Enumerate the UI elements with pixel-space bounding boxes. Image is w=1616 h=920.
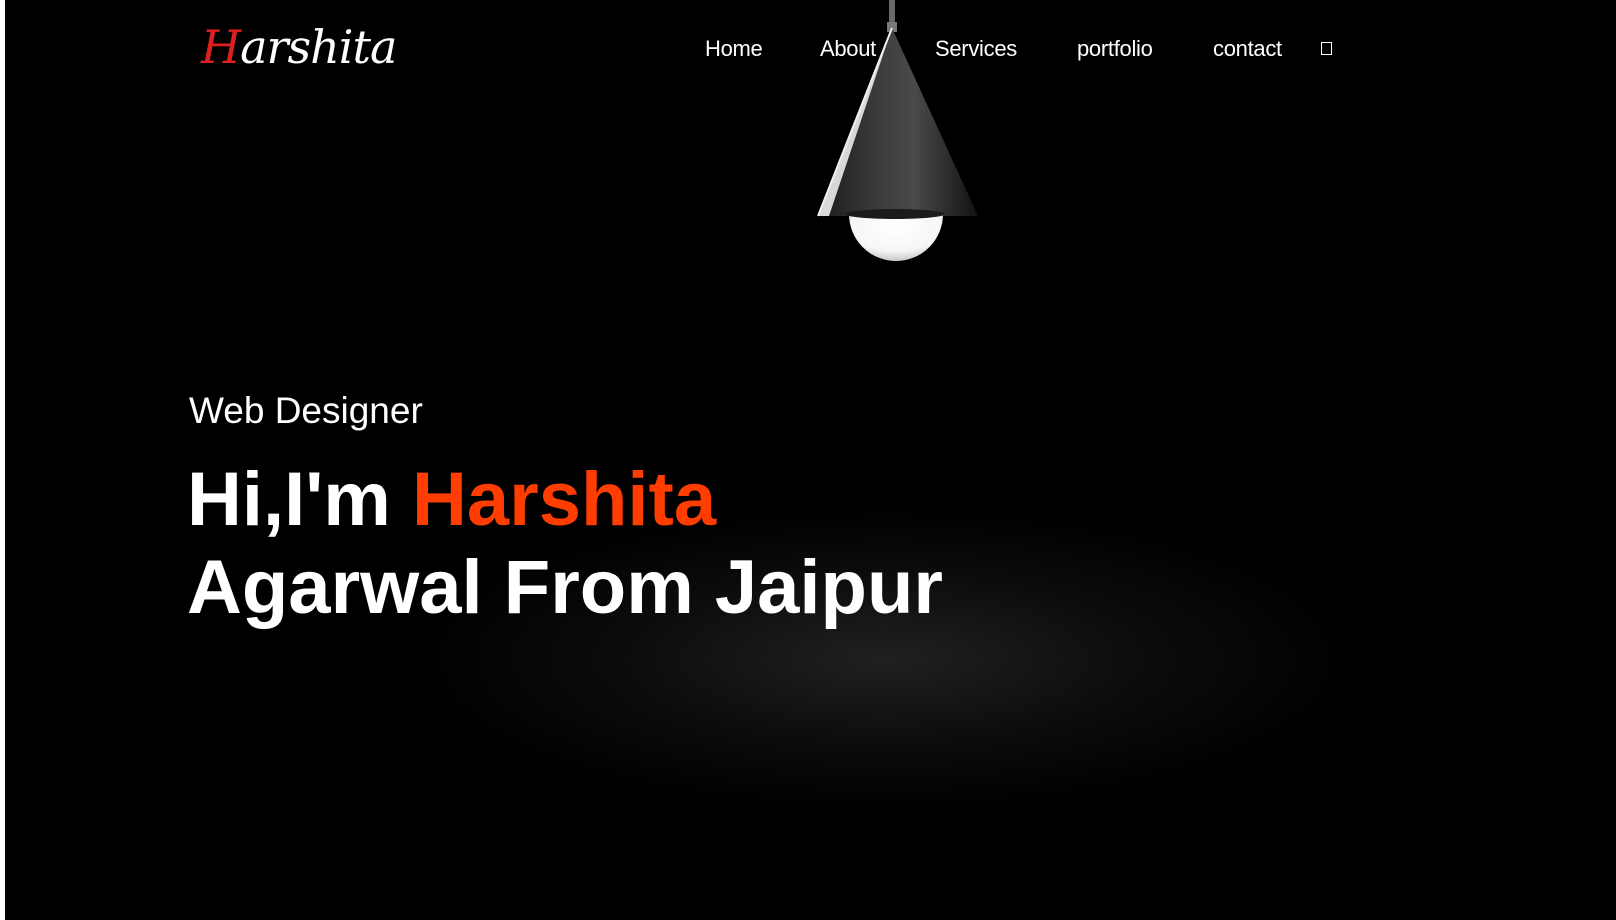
nav-link-about[interactable]: About — [820, 34, 876, 64]
nav-link-portfolio[interactable]: portfolio — [1077, 34, 1153, 64]
brand-logo[interactable]: Harshita — [201, 12, 397, 82]
hero-subtitle: Web Designer — [189, 390, 423, 431]
nav-link-home[interactable]: Home — [705, 34, 763, 64]
box-icon[interactable] — [1320, 41, 1333, 56]
logo-text: arshita — [240, 20, 397, 74]
hero-greeting: Hi,I'm — [187, 457, 412, 542]
hero-name-highlight: Harshita — [412, 457, 717, 542]
hero-page: Harshita Home About Services portfolio c… — [5, 0, 1616, 920]
hero-line-2: Agarwal From Jaipur — [187, 545, 943, 630]
logo-initial: H — [201, 20, 241, 74]
nav-link-contact[interactable]: contact — [1213, 34, 1282, 64]
hero-headline: Hi,I'm Harshita Agarwal From Jaipur — [187, 456, 943, 632]
nav-link-services[interactable]: Services — [935, 34, 1017, 64]
